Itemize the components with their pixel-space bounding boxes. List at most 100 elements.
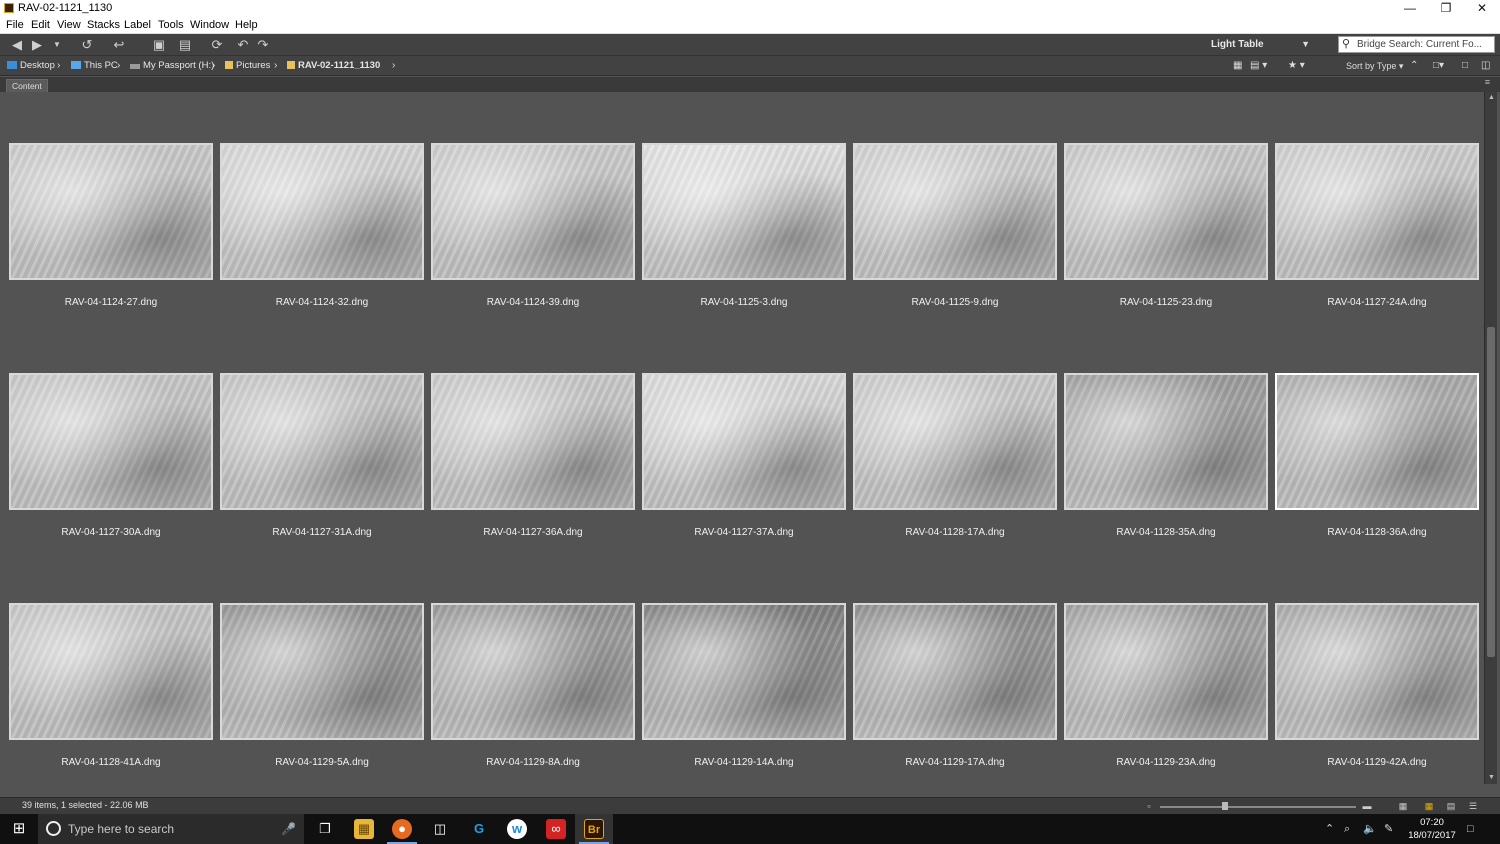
menu-view[interactable]: View: [57, 19, 81, 31]
boomerang-icon[interactable]: ↩: [110, 37, 128, 53]
task-view-icon[interactable]: ❐: [306, 814, 344, 844]
close-button[interactable]: ✕: [1464, 0, 1500, 17]
view-options-icon[interactable]: ▤ ▾: [1250, 59, 1267, 73]
thumbnail-cell[interactable]: RAV-04-1127-37A.dng: [642, 373, 846, 543]
menu-stacks[interactable]: Stacks: [87, 19, 120, 31]
thumbnail-cell[interactable]: RAV-04-1127-36A.dng: [431, 373, 635, 543]
panel-menu-icon[interactable]: ≡: [1485, 77, 1490, 87]
thumbnail-image[interactable]: [1275, 373, 1479, 510]
thumbnail-image[interactable]: [1064, 603, 1268, 740]
thumbnail-cell[interactable]: RAV-04-1128-17A.dng: [853, 373, 1057, 543]
menu-help[interactable]: Help: [235, 19, 258, 31]
larger-thumbnail-icon[interactable]: ▬: [1360, 800, 1374, 812]
thumbnail-view-icon[interactable]: ▦: [1422, 800, 1436, 812]
thumbnail-image[interactable]: [9, 143, 213, 280]
breadcrumb-current-folder[interactable]: RAV-02-1121_1130: [287, 59, 380, 73]
menu-window[interactable]: Window: [190, 19, 229, 31]
thumbnail-image[interactable]: [1064, 373, 1268, 510]
menu-tools[interactable]: Tools: [158, 19, 184, 31]
list-view-icon[interactable]: ☰: [1466, 800, 1480, 812]
thumbnail-cell[interactable]: RAV-04-1129-17A.dng: [853, 603, 1057, 773]
thumbnail-image[interactable]: [853, 143, 1057, 280]
thumbnail-image[interactable]: [642, 603, 846, 740]
thumbnail-image[interactable]: [220, 603, 424, 740]
thumbnail-image[interactable]: [1064, 143, 1268, 280]
thumbnail-cell[interactable]: RAV-04-1125-3.dng: [642, 143, 846, 313]
thumbnail-cell[interactable]: RAV-04-1127-31A.dng: [220, 373, 424, 543]
tab-content[interactable]: Content: [6, 79, 48, 92]
thumbnail-size-slider[interactable]: [1160, 806, 1356, 808]
get-photos-camera-icon[interactable]: ▣: [150, 37, 168, 53]
scroll-up-icon[interactable]: ▲: [1485, 92, 1498, 104]
thumbnail-cell[interactable]: RAV-04-1124-39.dng: [431, 143, 635, 313]
thumbnail-cell[interactable]: RAV-04-1129-8A.dng: [431, 603, 635, 773]
breadcrumb-drive[interactable]: My Passport (H:): [130, 59, 214, 73]
back-arrow-icon[interactable]: ◀: [8, 37, 26, 53]
smaller-thumbnail-icon[interactable]: ▫: [1142, 800, 1156, 812]
logitech-g-icon[interactable]: G: [460, 814, 498, 844]
rotate-right-icon[interactable]: ↷: [254, 37, 272, 53]
thumbnail-image[interactable]: [1275, 603, 1479, 740]
details-view-icon[interactable]: ▤: [1444, 800, 1458, 812]
thumbnail-image[interactable]: [642, 373, 846, 510]
thumbnail-image[interactable]: [220, 143, 424, 280]
new-folder-icon[interactable]: □: [1462, 59, 1468, 73]
menu-file[interactable]: File: [6, 19, 24, 31]
thumbnail-image[interactable]: [1275, 143, 1479, 280]
system-clock[interactable]: 07:20 18/07/2017: [1403, 816, 1461, 842]
adobe-bridge-taskbar-icon[interactable]: Br: [575, 814, 613, 844]
thumbnail-image[interactable]: [9, 603, 213, 740]
thumbnail-image[interactable]: [431, 603, 635, 740]
firefox-icon[interactable]: ●: [383, 814, 421, 844]
thumbnail-cell[interactable]: RAV-04-1127-24A.dng: [1275, 143, 1479, 313]
breadcrumb-desktop[interactable]: Desktop: [7, 59, 55, 73]
pen-icon[interactable]: ✎: [1384, 814, 1393, 844]
breadcrumb-pictures[interactable]: Pictures: [225, 59, 270, 73]
taskbar-search-box[interactable]: Type here to search 🎤: [38, 814, 304, 844]
grid-view-icon[interactable]: ▦: [1396, 800, 1410, 812]
menu-label[interactable]: Label: [124, 19, 151, 31]
refine-icon[interactable]: ▤: [176, 37, 194, 53]
action-center-icon[interactable]: □: [1467, 814, 1474, 844]
microphone-icon[interactable]: 🎤: [281, 814, 296, 844]
thumbnail-image[interactable]: [431, 373, 635, 510]
thumbnail-cell[interactable]: RAV-04-1129-14A.dng: [642, 603, 846, 773]
w-app-icon[interactable]: w: [498, 814, 536, 844]
windows-start-icon[interactable]: ⊞: [0, 814, 38, 844]
windows-store-icon[interactable]: ◫: [421, 814, 459, 844]
network-icon[interactable]: ⌕: [1344, 814, 1350, 844]
file-explorer-icon[interactable]: ▦: [345, 814, 383, 844]
thumbnail-image[interactable]: [431, 143, 635, 280]
thumbnail-image[interactable]: [853, 373, 1057, 510]
vertical-scrollbar[interactable]: ▲ ▼: [1484, 92, 1497, 784]
open-recent-folder-icon[interactable]: □▾: [1433, 59, 1444, 73]
go-parent-icon[interactable]: ↺: [78, 37, 96, 53]
volume-icon[interactable]: 🔈: [1363, 814, 1377, 844]
thumbnail-image[interactable]: [642, 143, 846, 280]
rotate-left-icon[interactable]: ↶: [234, 37, 252, 53]
breadcrumb-this-pc[interactable]: This PC: [71, 59, 118, 73]
creative-cloud-icon[interactable]: ∞: [537, 814, 575, 844]
sort-ascending-icon[interactable]: ⌃: [1410, 59, 1418, 73]
bridge-search-input[interactable]: ⚲ Bridge Search: Current Fo...: [1338, 36, 1495, 53]
thumbnail-cell[interactable]: RAV-04-1129-5A.dng: [220, 603, 424, 773]
trash-icon[interactable]: ◫: [1481, 59, 1490, 73]
thumbnail-cell[interactable]: RAV-04-1124-27.dng: [9, 143, 213, 313]
thumbnail-cell[interactable]: RAV-04-1128-35A.dng: [1064, 373, 1268, 543]
menu-edit[interactable]: Edit: [31, 19, 50, 31]
thumbnail-cell[interactable]: RAV-04-1125-23.dng: [1064, 143, 1268, 313]
thumbnail-cell[interactable]: RAV-04-1125-9.dng: [853, 143, 1057, 313]
workspace-switcher[interactable]: Light Table ▼: [1168, 36, 1318, 53]
thumbnail-quality-icon[interactable]: ▦: [1233, 59, 1242, 73]
scrollbar-thumb[interactable]: [1487, 327, 1495, 657]
filter-star-icon[interactable]: ★ ▾: [1288, 59, 1305, 73]
thumbnail-image[interactable]: [9, 373, 213, 510]
thumbnail-image[interactable]: [220, 373, 424, 510]
recent-chevron-down-icon[interactable]: ▼: [48, 37, 66, 53]
thumbnail-cell[interactable]: RAV-04-1127-30A.dng: [9, 373, 213, 543]
thumbnail-cell[interactable]: RAV-04-1129-42A.dng: [1275, 603, 1479, 773]
thumbnail-cell[interactable]: RAV-04-1129-23A.dng: [1064, 603, 1268, 773]
thumbnail-image[interactable]: [853, 603, 1057, 740]
thumbnail-cell[interactable]: RAV-04-1128-36A.dng: [1275, 373, 1479, 543]
scroll-down-icon[interactable]: ▼: [1485, 772, 1498, 784]
